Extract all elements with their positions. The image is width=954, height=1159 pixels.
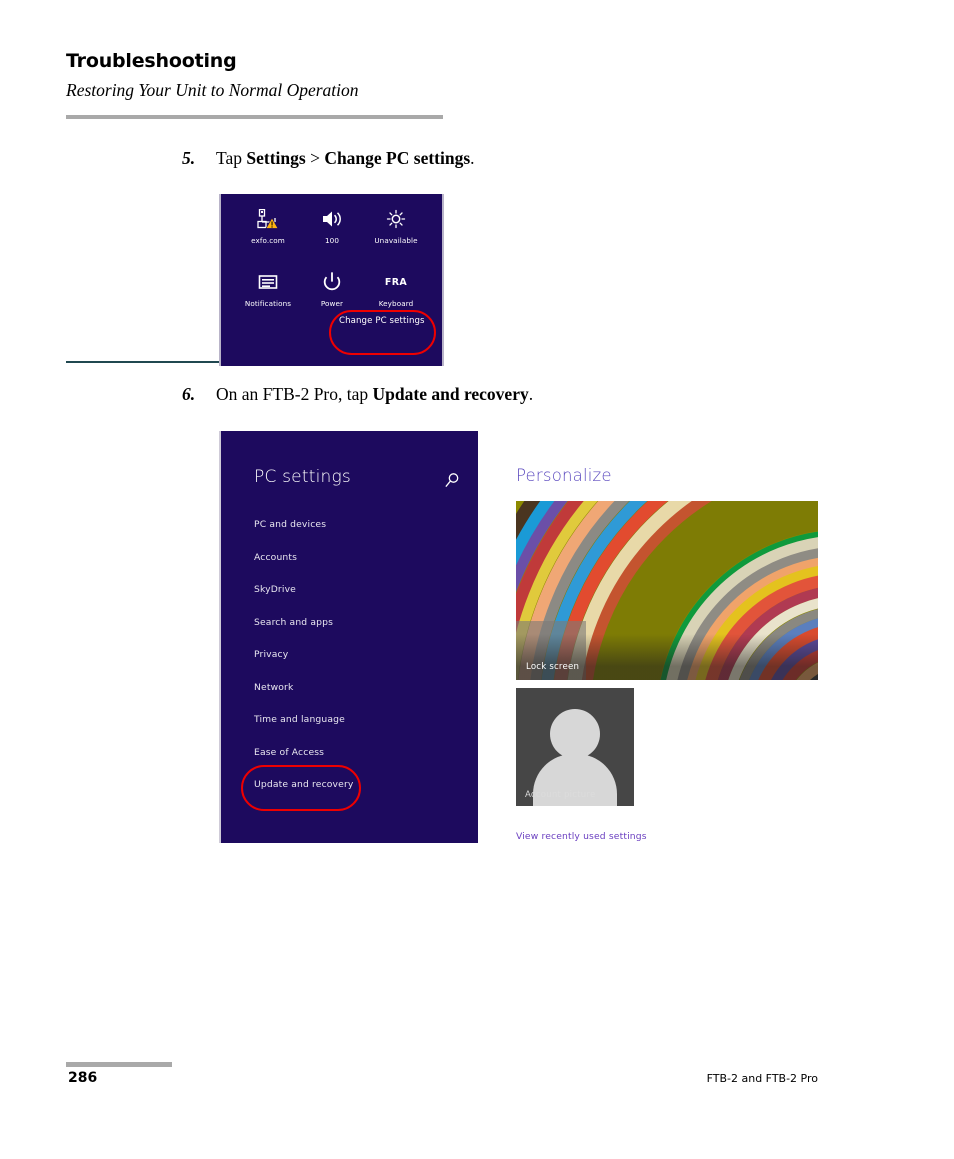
avatar-head-icon [550, 709, 600, 759]
lock-screen-preview-tile[interactable]: Lock screen [516, 501, 818, 680]
search-icon[interactable] [444, 472, 460, 488]
step-6-text: On an FTB-2 Pro, tap Update and recovery… [216, 384, 533, 405]
footer-product-name: FTB-2 and FTB-2 Pro [706, 1072, 818, 1085]
page-number: 286 [68, 1070, 98, 1086]
charm-label-volume: 100 [324, 236, 340, 245]
personalize-heading: Personalize [516, 466, 612, 485]
notifications-icon [236, 269, 300, 295]
nav-item-skydrive[interactable]: SkyDrive [254, 584, 454, 617]
page-header: Troubleshooting Restoring Your Unit to N… [66, 48, 444, 102]
charm-tile-keyboard[interactable]: FRA Keyboard [364, 263, 428, 309]
figure-1-underline [66, 361, 219, 363]
step-6-suffix: . [528, 384, 534, 404]
step-6: 6. On an FTB-2 Pro, tap Update and recov… [182, 384, 533, 405]
power-icon [300, 269, 364, 295]
view-recently-used-settings-link[interactable]: View recently used settings [516, 831, 647, 842]
pc-settings-title: PC settings [254, 467, 351, 487]
charm-tile-grid: exfo.com 100 Unavailable Notifications P… [236, 200, 428, 309]
step-5-bold-changepc: Change PC settings [324, 148, 471, 168]
highlight-change-pc-settings [329, 310, 436, 355]
nav-item-search-and-apps[interactable]: Search and apps [254, 617, 454, 650]
charm-tile-power[interactable]: Power [300, 263, 364, 309]
charm-label-power: Power [320, 299, 344, 308]
account-picture-tile-label: Account picture [525, 790, 596, 800]
nav-item-privacy[interactable]: Privacy [254, 649, 454, 682]
step-5-number: 5. [182, 148, 196, 168]
charm-tile-network[interactable]: exfo.com [236, 200, 300, 246]
step-6-bold-update: Update and recovery [372, 384, 529, 404]
panel-right-edge [442, 194, 444, 366]
account-picture-tile[interactable]: Account picture [516, 688, 634, 806]
charm-row-bottom: Notifications Power FRA Keyboard [236, 263, 428, 309]
step-5-prefix: Tap [216, 148, 247, 168]
charm-tile-notifications[interactable]: Notifications [236, 263, 300, 309]
charm-tile-brightness[interactable]: Unavailable [364, 200, 428, 246]
nav-item-accounts[interactable]: Accounts [254, 552, 454, 585]
header-divider [66, 115, 443, 119]
charm-label-notifications: Notifications [244, 299, 292, 308]
lock-screen-tile-label: Lock screen [526, 662, 580, 672]
step-5-text: Tap Settings > Change PC settings. [216, 148, 475, 169]
keyboard-layout-icon: FRA [364, 269, 428, 295]
step-6-number: 6. [182, 384, 196, 404]
step-5-suffix: . [470, 148, 475, 168]
charm-label-keyboard: Keyboard [378, 299, 414, 308]
volume-icon [300, 206, 364, 232]
charm-label-brightness: Unavailable [374, 236, 418, 245]
step-5-bold-settings: Settings [246, 148, 306, 168]
panel-left-edge [219, 194, 221, 366]
chapter-title: Troubleshooting [66, 50, 237, 72]
nav-item-pc-and-devices[interactable]: PC and devices [254, 519, 454, 552]
panel-left-edge [219, 431, 221, 843]
section-subtitle: Restoring Your Unit to Normal Operation [66, 80, 359, 100]
keyboard-layout-code: FRA [384, 276, 408, 288]
highlight-update-and-recovery [241, 765, 361, 811]
charm-label-network: exfo.com [251, 236, 285, 245]
step-6-prefix: On an FTB-2 Pro, tap [216, 384, 373, 404]
charm-tile-volume[interactable]: 100 [300, 200, 364, 246]
network-warning-icon [236, 206, 300, 232]
charm-row-top: exfo.com 100 Unavailable [236, 200, 428, 246]
step-5-separator: > [305, 148, 325, 168]
brightness-icon [364, 206, 428, 232]
nav-item-network[interactable]: Network [254, 682, 454, 715]
lock-screen-tile-shade [516, 634, 818, 680]
footer-divider [66, 1062, 172, 1067]
step-5: 5. Tap Settings > Change PC settings. [182, 148, 475, 169]
nav-item-time-and-language[interactable]: Time and language [254, 714, 454, 747]
